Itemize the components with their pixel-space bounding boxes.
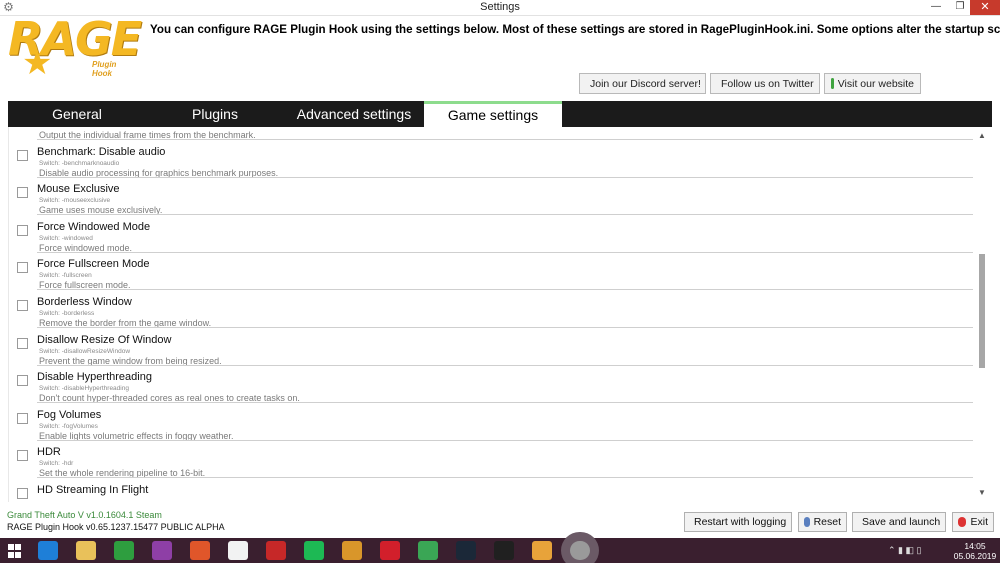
- setting-row[interactable]: Switch: -benchmarkFrameTimesOutput the i…: [9, 127, 973, 140]
- setting-name: Borderless Window: [37, 296, 132, 308]
- setting-checkbox[interactable]: [17, 375, 28, 387]
- setting-checkbox[interactable]: [17, 262, 28, 274]
- setting-row[interactable]: HD Streaming In Flight: [9, 478, 973, 502]
- scroll-down-arrow-icon[interactable]: ▼: [974, 488, 990, 498]
- setting-checkbox[interactable]: [17, 450, 28, 462]
- photos-icon[interactable]: [190, 541, 210, 560]
- tab-advanced-settings[interactable]: Advanced settings: [284, 101, 424, 127]
- setting-switch: Switch: -disableHyperthreading: [39, 385, 129, 393]
- setting-switch: Switch: -benchmarkFrameTimes: [39, 127, 132, 129]
- setting-name: Mouse Exclusive: [37, 183, 120, 196]
- header-description: You can configure RAGE Plugin Hook using…: [150, 23, 1000, 36]
- exit-icon: [958, 517, 967, 527]
- setting-name: HD Streaming In Flight: [37, 484, 149, 496]
- taskbar-clock[interactable]: 14:05 05.06.2019: [952, 541, 998, 561]
- title-bar: ⚙ Settings — ❐ ✕: [0, 0, 1000, 16]
- scrollbar-thumb[interactable]: [979, 254, 985, 368]
- setting-switch: Switch: -windowed: [39, 234, 93, 242]
- brave-icon[interactable]: [532, 541, 552, 560]
- setting-row[interactable]: Mouse Exclusive Switch: -mouseexclusive Ga…: [9, 177, 973, 216]
- star-icon: ★: [22, 44, 53, 82]
- rph-version-info: RAGE Plugin Hook v0.65.1237.15477 PUBLIC…: [7, 522, 225, 532]
- setting-switch: Switch: -disallowResizeWindow: [39, 347, 131, 355]
- setting-name: Disable Hyperthreading: [37, 371, 152, 384]
- restart-button-label: Restart with logging: [694, 516, 787, 528]
- setting-name: Force Windowed Mode: [37, 220, 151, 233]
- twitter-button[interactable]: Follow us on Twitter: [710, 73, 820, 94]
- settings-window: ⚙ Settings — ❐ ✕ RAGE ★ Plugin Hook You …: [0, 0, 1000, 563]
- tab-plugins[interactable]: Plugins: [146, 101, 284, 127]
- tab-general[interactable]: General: [8, 101, 146, 127]
- setting-switch: Switch: -mouseexclusive: [39, 197, 111, 205]
- scroll-up-arrow-icon[interactable]: ▲: [974, 131, 990, 141]
- setting-name: Fog Volumes: [37, 408, 102, 421]
- setting-name: Disallow Resize Of Window: [37, 333, 172, 346]
- setting-checkbox[interactable]: [17, 187, 28, 199]
- settings-gear-icon[interactable]: [570, 541, 590, 560]
- clock-time: 14:05: [964, 541, 986, 551]
- setting-checkbox[interactable]: [17, 337, 28, 349]
- tab-bar: General Plugins Advanced settings Game s…: [8, 101, 992, 127]
- exit-button[interactable]: Exit: [952, 512, 994, 532]
- file-explorer-icon[interactable]: [76, 541, 96, 560]
- undo-icon: [804, 517, 810, 527]
- setting-checkbox[interactable]: [17, 300, 28, 311]
- windows-taskbar: [0, 538, 1000, 563]
- store-icon[interactable]: [114, 541, 134, 560]
- setting-checkbox[interactable]: [17, 412, 28, 424]
- setting-row[interactable]: Disable Hyperthreading Switch: -disableHy…: [9, 365, 973, 404]
- home-icon[interactable]: [228, 541, 248, 560]
- setting-name: HDR: [37, 446, 61, 459]
- restart-with-logging-button[interactable]: Restart with logging: [684, 512, 792, 532]
- epic-games-icon[interactable]: [494, 541, 514, 560]
- close-button[interactable]: ✕: [970, 0, 1000, 15]
- opera-icon[interactable]: [380, 541, 400, 560]
- rage-logo: RAGE ★ Plugin Hook: [8, 12, 142, 82]
- logo-subtitle: Plugin Hook: [92, 60, 117, 78]
- system-tray[interactable]: ⌃ ▮ ◧ ▯: [888, 545, 921, 556]
- discord-button-label: Join our Discord server!: [590, 77, 701, 90]
- setting-row[interactable]: Force Fullscreen Mode Switch: -fullscreen…: [9, 252, 973, 291]
- setting-row[interactable]: Disallow Resize Of Window Switch: -disall…: [9, 328, 973, 366]
- website-button[interactable]: Visit our website: [824, 73, 921, 94]
- lovefilm-icon[interactable]: [266, 541, 286, 560]
- save-button-label: Save and launch: [862, 516, 941, 528]
- setting-row[interactable]: Force Windowed Mode Switch: -windowed Forc…: [9, 215, 973, 253]
- setting-switch: Switch: -fullscreen: [39, 272, 92, 280]
- setting-name: Benchmark: Disable audio: [37, 145, 166, 158]
- save-and-launch-button[interactable]: Save and launch: [852, 512, 946, 532]
- setting-row[interactable]: HDR Switch: -hdr Set the whole rendering p…: [9, 440, 973, 479]
- start-button[interactable]: [5, 541, 25, 560]
- setting-checkbox[interactable]: [17, 488, 28, 499]
- spotify-icon[interactable]: [304, 541, 324, 560]
- clock-date: 05.06.2019: [953, 551, 997, 561]
- setting-row[interactable]: Fog Volumes Switch: -fogVolumes Enable lig…: [9, 403, 973, 441]
- website-button-label: Visit our website: [837, 77, 914, 90]
- twitter-button-label: Follow us on Twitter: [721, 77, 814, 90]
- setting-name: Force Fullscreen Mode: [37, 258, 150, 271]
- setting-checkbox[interactable]: [17, 149, 28, 161]
- windows-logo-icon: [8, 544, 22, 558]
- reset-button[interactable]: Reset: [798, 512, 847, 532]
- internet-explorer-icon[interactable]: [38, 541, 58, 560]
- setting-switch: Switch: -hdr: [39, 460, 74, 468]
- setting-row[interactable]: Benchmark: Disable audio Switch: -benchma…: [9, 140, 973, 178]
- setting-row[interactable]: Borderless Window Switch: -borderless Remo…: [9, 290, 973, 328]
- app-icon[interactable]: [342, 541, 362, 560]
- setting-checkbox[interactable]: [17, 224, 28, 236]
- globe-icon: [831, 78, 834, 89]
- setting-switch: Switch: -fogVolumes: [39, 422, 98, 430]
- settings-list[interactable]: Switch: -benchmarkFrameTimesOutput the i…: [8, 127, 992, 502]
- chrome-icon[interactable]: [418, 541, 438, 560]
- discord-button[interactable]: Join our Discord server!: [579, 73, 706, 94]
- reset-button-label: Reset: [813, 516, 841, 528]
- exit-button-label: Exit: [970, 516, 988, 528]
- steam-icon[interactable]: [456, 541, 476, 560]
- window-title: Settings: [480, 1, 520, 13]
- setting-switch: Switch: -borderless: [39, 310, 95, 317]
- setting-switch: Switch: -benchmarknoaudio: [39, 159, 120, 167]
- tab-game-settings[interactable]: Game settings: [424, 101, 562, 127]
- game-version-info: Grand Theft Auto V v1.0.1604.1 Steam: [7, 510, 162, 520]
- onenote-icon[interactable]: [152, 541, 172, 560]
